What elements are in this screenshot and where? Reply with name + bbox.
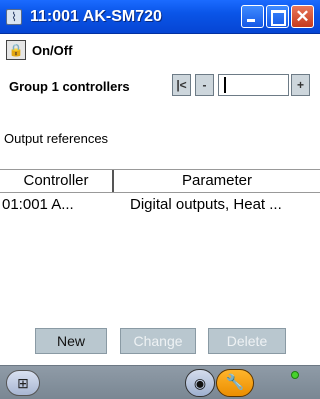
delete-button[interactable]: Delete (208, 328, 286, 354)
close-icon: ✕ (295, 7, 310, 26)
action-buttons: New Change Delete (0, 328, 320, 354)
onoff-label: On/Off (32, 42, 73, 58)
tools-button[interactable]: 🔧 (216, 369, 254, 397)
references-table: Controller Parameter 01:001 A... Digital… (0, 169, 320, 217)
maximize-button[interactable] (266, 5, 289, 28)
table-row[interactable]: 01:001 A... Digital outputs, Heat ... (0, 193, 320, 217)
previous-icon: - (202, 78, 207, 92)
new-button[interactable]: New (35, 328, 107, 354)
group-index-field[interactable] (218, 74, 289, 96)
next-button[interactable]: + (291, 74, 310, 96)
change-button[interactable]: Change (120, 328, 196, 354)
cell-parameter: Digital outputs, Heat ... (130, 196, 282, 213)
first-record-button[interactable]: |< (172, 74, 191, 96)
title-bar: ⌇ 11:001 AK-SM720 ✕ (0, 0, 320, 34)
tree-icon: ⊞ (17, 375, 29, 391)
cell-controller: 01:001 A... (2, 196, 74, 213)
camera-button[interactable]: ◉ (185, 369, 215, 397)
camera-icon: ◉ (193, 375, 207, 391)
column-header-parameter[interactable]: Parameter (114, 170, 320, 192)
close-button[interactable]: ✕ (291, 5, 314, 28)
minimize-icon (242, 6, 263, 27)
text-caret (224, 77, 226, 93)
previous-button[interactable]: - (195, 74, 214, 96)
table-header: Controller Parameter (0, 169, 320, 193)
next-icon: + (296, 78, 304, 92)
onoff-header: 🔒 On/Off (6, 40, 72, 60)
output-references-title: Output references (4, 131, 109, 146)
column-header-controller[interactable]: Controller (0, 170, 114, 192)
window-title: 11:001 AK-SM720 (30, 8, 162, 25)
bottom-toolbar: ⊞ ◉ 🔧 (0, 365, 320, 399)
wrench-icon: 🔧 (225, 374, 245, 391)
tree-view-button[interactable]: ⊞ (6, 370, 40, 396)
app-icon[interactable]: ⌇ (6, 9, 22, 25)
status-indicator (291, 371, 299, 379)
main-content: 🔒 On/Off Group 1 controllers |< - + Outp… (0, 34, 320, 365)
first-record-icon: |< (176, 78, 187, 92)
group-label: Group 1 controllers (9, 79, 130, 94)
lock-icon[interactable]: 🔒 (6, 40, 26, 60)
maximize-icon (267, 6, 288, 27)
minimize-button[interactable] (241, 5, 264, 28)
